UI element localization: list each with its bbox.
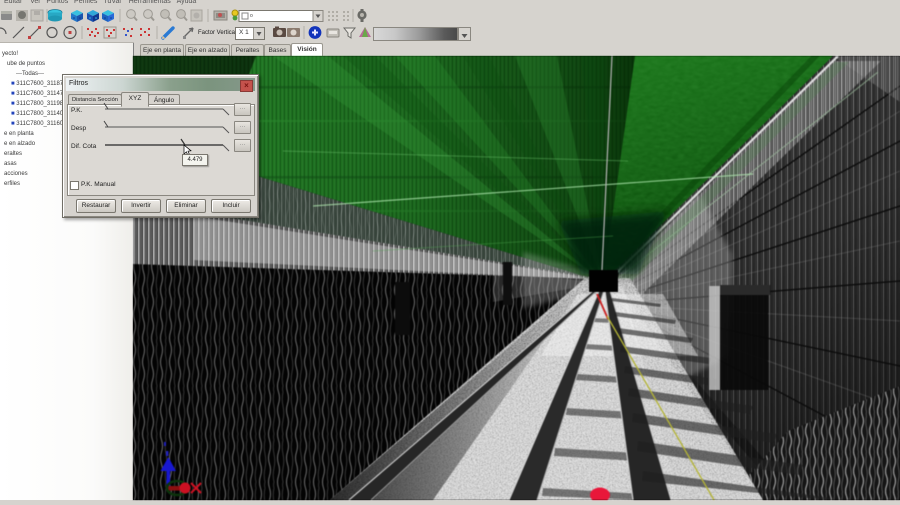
- svg-text:P.K.: P.K.: [71, 107, 83, 114]
- svg-text:o: o: [250, 13, 253, 19]
- svg-text:Dif. Cota: Dif. Cota: [71, 143, 97, 150]
- svg-text:Desp: Desp: [71, 125, 87, 132]
